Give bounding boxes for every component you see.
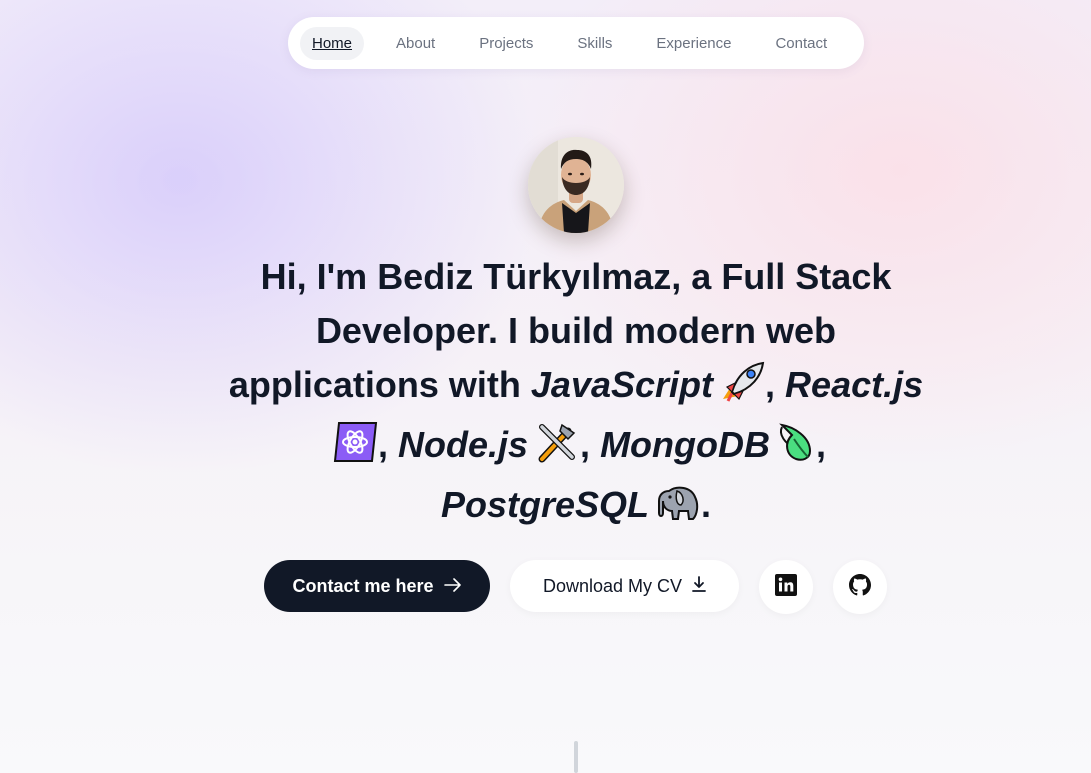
rocket-icon: [719, 361, 765, 418]
hero-headline: Hi, I'm Bediz Türkyılmaz, a Full Stack D…: [220, 250, 932, 538]
nav-item-about[interactable]: About: [384, 27, 447, 60]
contact-button-label: Contact me here: [292, 575, 434, 596]
period-text: .: [701, 484, 712, 525]
download-cv-button[interactable]: Download My CV: [510, 560, 739, 612]
linkedin-icon: [775, 573, 797, 601]
nav-item-contact[interactable]: Contact: [763, 27, 839, 60]
comma-text: ,: [816, 424, 827, 465]
tools-icon: [534, 421, 580, 478]
tech-react: React.js: [785, 364, 924, 405]
comma-text: ,: [765, 364, 776, 405]
scroll-indicator: [574, 741, 578, 773]
linkedin-button[interactable]: [759, 560, 813, 614]
tech-javascript: JavaScript: [530, 364, 714, 405]
elephant-icon: [655, 481, 701, 538]
contact-button[interactable]: Contact me here: [264, 560, 490, 612]
nav-item-home[interactable]: Home: [300, 26, 365, 60]
greeting-text: Hi, I'm: [260, 256, 378, 297]
github-button[interactable]: [833, 560, 887, 614]
avatar: [528, 137, 624, 233]
download-icon: [692, 575, 706, 597]
tech-node: Node.js: [398, 424, 529, 465]
top-nav: Home About Projects Skills Experience Co…: [288, 17, 864, 69]
tech-mongodb: MongoDB: [600, 424, 771, 465]
atom-icon: [332, 421, 378, 478]
download-cv-label: Download My CV: [542, 575, 683, 596]
separator-text: , a: [671, 256, 722, 297]
tech-postgresql: PostgreSQL: [440, 484, 650, 525]
developer-name: Bediz Türkyılmaz: [377, 256, 672, 297]
nav-item-skills[interactable]: Skills: [565, 27, 624, 60]
github-icon: [849, 573, 871, 601]
comma-text: ,: [377, 424, 388, 465]
arrow-right-icon: [443, 576, 462, 597]
leaf-icon: [776, 421, 816, 478]
comma-text: ,: [580, 424, 591, 465]
nav-item-experience[interactable]: Experience: [644, 27, 743, 60]
nav-item-projects[interactable]: Projects: [467, 27, 545, 60]
